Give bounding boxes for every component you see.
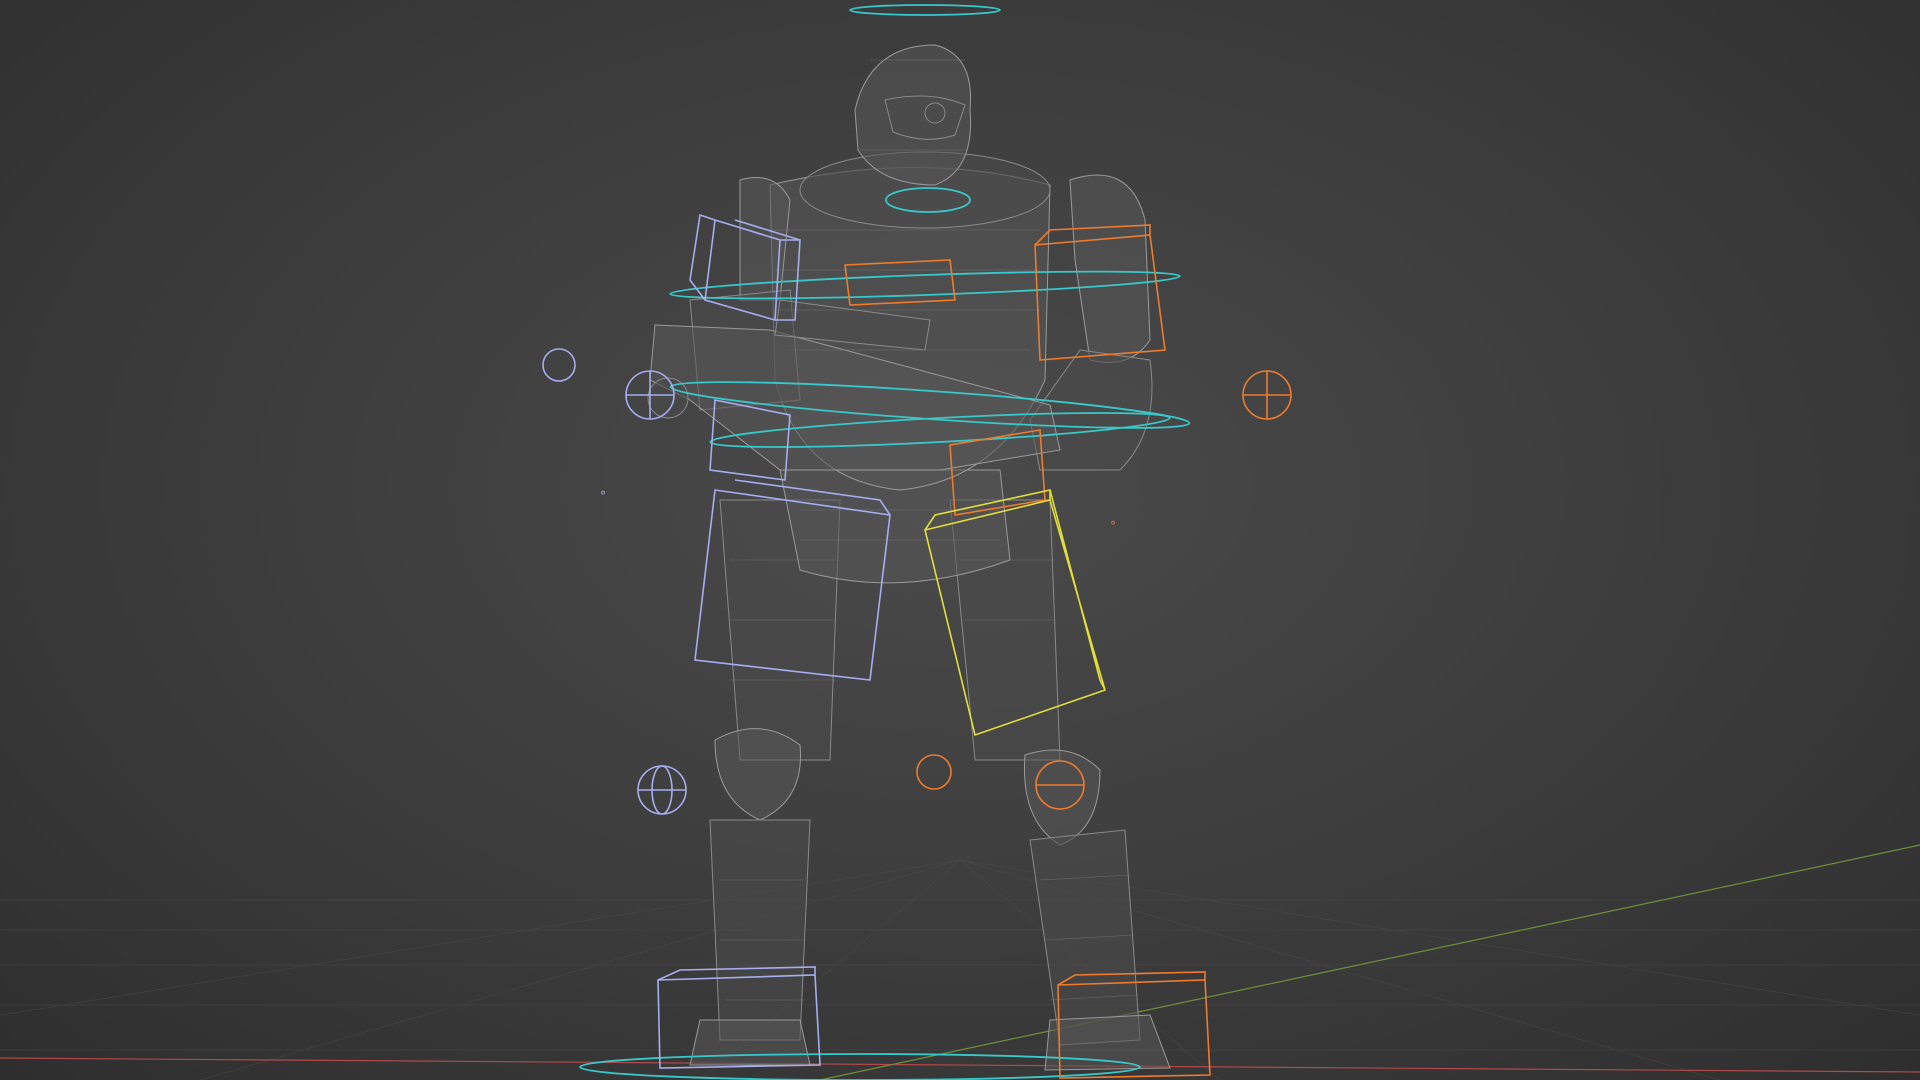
left-knee	[714, 728, 801, 821]
right-shoulder	[1069, 174, 1151, 363]
left-shin	[709, 819, 811, 1041]
left-foot	[689, 1019, 811, 1066]
robot-mesh[interactable]	[647, 44, 1171, 1071]
3d-viewport[interactable]: ° °	[0, 0, 1920, 1080]
y-axis-line	[819, 844, 1920, 1080]
left-finger-controls[interactable]: °	[600, 489, 606, 503]
floor-grid	[0, 859, 1920, 1080]
viewport-scene[interactable]: ° °	[0, 0, 1920, 1080]
root-top-control[interactable]	[849, 4, 1001, 16]
left-elbow-pole[interactable]	[542, 348, 576, 382]
visor-eye	[924, 102, 946, 124]
right-knee	[1023, 749, 1101, 846]
visor	[884, 95, 966, 140]
right-knee-pole[interactable]	[916, 754, 952, 790]
x-axis-line	[0, 1057, 1920, 1073]
right-finger-controls[interactable]: °	[1110, 519, 1116, 533]
